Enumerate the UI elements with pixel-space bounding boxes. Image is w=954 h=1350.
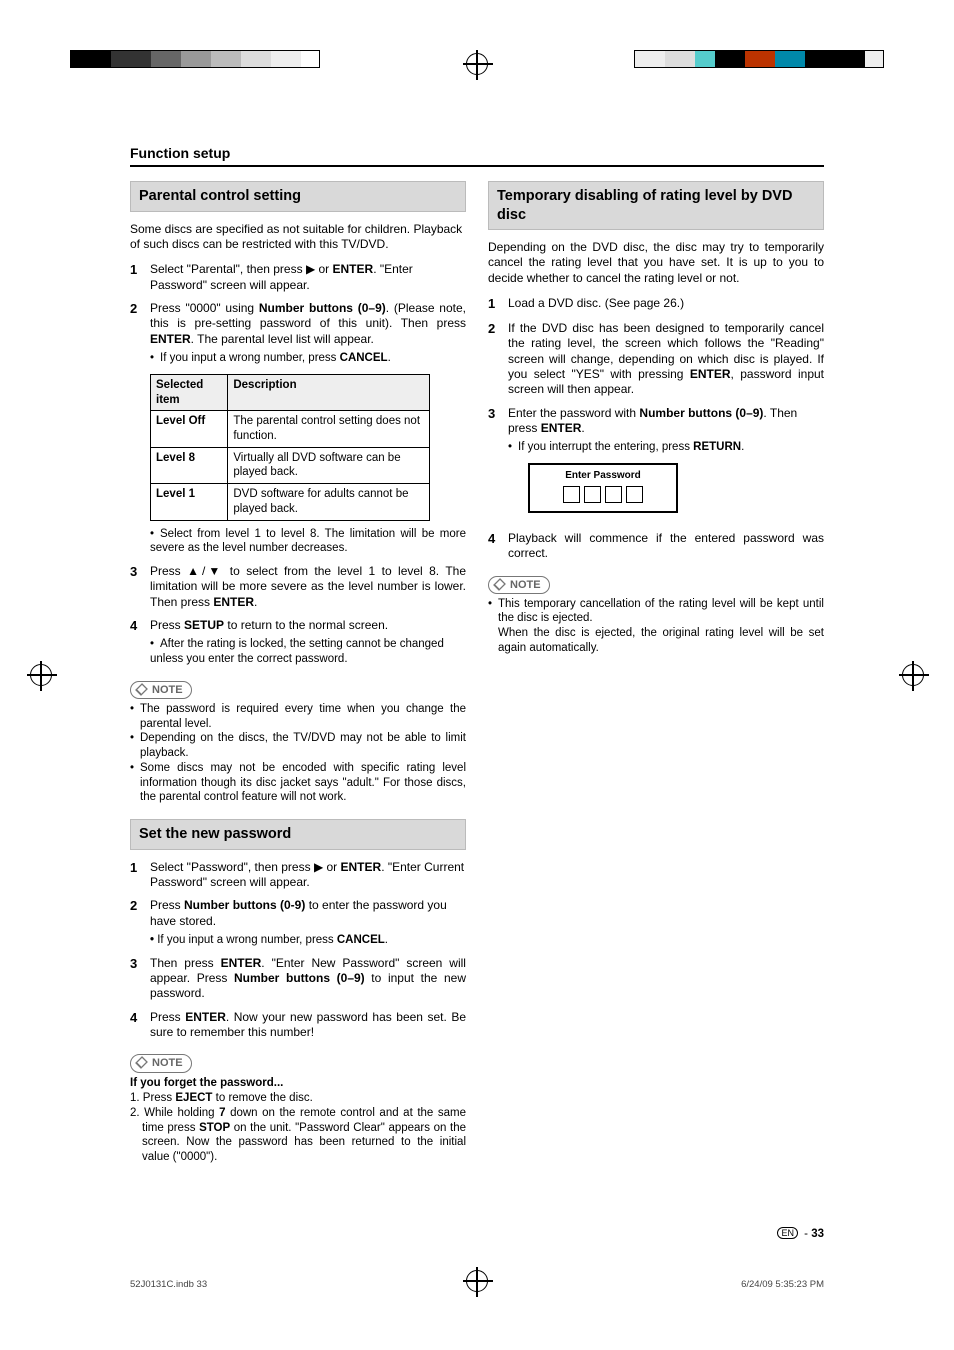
table-cell: Level 8 <box>151 447 228 483</box>
step-number: 3 <box>130 956 150 1002</box>
step-number: 4 <box>130 618 150 667</box>
step-body: Load a DVD disc. (See page 26.) <box>508 296 824 313</box>
password-entry-box: Enter Password <box>528 463 678 513</box>
password-box-title: Enter Password <box>530 465 676 486</box>
step-body: Then press ENTER. "Enter New Password" s… <box>150 956 466 1002</box>
table-header: Description <box>228 374 430 410</box>
sub-bullet: •If you interrupt the entering, press RE… <box>508 440 824 455</box>
table-header: Selected item <box>151 374 228 410</box>
step-body: If the DVD disc has been designed to tem… <box>508 321 824 398</box>
forget-step: 1. Press EJECT to remove the disc. <box>130 1091 466 1106</box>
forget-heading: If you forget the password... <box>130 1076 466 1091</box>
note-badge: NOTE <box>488 576 550 594</box>
digit-box <box>563 486 580 503</box>
note-icon <box>135 683 149 697</box>
digit-box <box>626 486 643 503</box>
intro-text: Some discs are specified as not suitable… <box>130 222 466 253</box>
step-number: 4 <box>488 531 508 562</box>
sub-bullet: •After the rating is locked, the setting… <box>150 637 466 666</box>
step-number: 4 <box>130 1010 150 1041</box>
subsection-title: Set the new password <box>130 819 466 850</box>
right-column: Temporary disabling of rating level by D… <box>488 181 824 1165</box>
step-number: 2 <box>130 301 150 366</box>
step-body: Press ▲/▼ to select from the level 1 to … <box>150 564 466 610</box>
subsection-title: Parental control setting <box>130 181 466 212</box>
step-number: 2 <box>130 898 150 947</box>
digit-box <box>584 486 601 503</box>
registration-cross-right <box>902 664 924 686</box>
step-body: Press "0000" using Number buttons (0–9).… <box>150 301 466 366</box>
step-body: Playback will commence if the entered pa… <box>508 531 824 562</box>
print-timestamp: 6/24/09 5:35:23 PM <box>741 1279 824 1290</box>
intro-text: Depending on the DVD disc, the disc may … <box>488 240 824 286</box>
note-item: This temporary cancellation of the ratin… <box>498 597 824 656</box>
left-column: Parental control setting Some discs are … <box>130 181 466 1165</box>
table-cell: Level Off <box>151 411 228 447</box>
color-bar-left <box>70 50 320 68</box>
step-number: 1 <box>130 860 150 891</box>
step-number: 2 <box>488 321 508 398</box>
password-digits <box>530 486 676 511</box>
step-number: 1 <box>488 296 508 313</box>
table-footnote: •Select from level 1 to level 8. The lim… <box>150 527 466 556</box>
table-cell: Level 1 <box>151 484 228 520</box>
registration-cross-top <box>466 53 488 75</box>
registration-cross-left <box>30 664 52 686</box>
step-body: Press Number buttons (0-9) to enter the … <box>150 898 466 947</box>
sub-bullet: •If you input a wrong number, press CANC… <box>150 351 466 366</box>
notes-list: • This temporary cancellation of the rat… <box>488 597 824 656</box>
step-body: Press SETUP to return to the normal scre… <box>150 618 466 667</box>
page-footer: EN - 33 <box>777 1227 824 1240</box>
step-number: 3 <box>488 406 508 523</box>
step-number: 3 <box>130 564 150 610</box>
note-icon <box>135 1056 149 1070</box>
step-body: Select "Parental", then press ▶ or ENTER… <box>150 262 466 293</box>
step-body: Enter the password with Number buttons (… <box>508 406 824 523</box>
color-bar-right <box>634 50 884 68</box>
table-cell: DVD software for adults cannot be played… <box>228 484 430 520</box>
levels-table: Selected itemDescription Level OffThe pa… <box>150 374 430 521</box>
note-badge: NOTE <box>130 1054 192 1072</box>
note-item: The password is required every time when… <box>140 702 466 731</box>
table-cell: Virtually all DVD software can be played… <box>228 447 430 483</box>
note-badge: NOTE <box>130 681 192 699</box>
sub-bullet: • If you input a wrong number, press CAN… <box>150 933 466 948</box>
step-body: Press ENTER. Now your new password has b… <box>150 1010 466 1041</box>
step-body: Select "Password", then press ▶ or ENTER… <box>150 860 466 891</box>
print-footer: 52J0131C.indb 33 6/24/09 5:35:23 PM <box>130 1279 824 1290</box>
note-icon <box>493 578 507 592</box>
note-item: Depending on the discs, the TV/DVD may n… <box>140 731 466 760</box>
step-number: 1 <box>130 262 150 293</box>
table-cell: The parental control setting does not fu… <box>228 411 430 447</box>
lang-badge: EN <box>777 1227 798 1239</box>
digit-box <box>605 486 622 503</box>
print-file: 52J0131C.indb 33 <box>130 1279 207 1290</box>
section-heading: Function setup <box>130 145 824 167</box>
subsection-title: Temporary disabling of rating level by D… <box>488 181 824 230</box>
notes-list: •The password is required every time whe… <box>130 702 466 805</box>
forget-step: 2. While holding 7 down on the remote co… <box>130 1106 466 1165</box>
note-item: Some discs may not be encoded with speci… <box>140 761 466 805</box>
page-content: Function setup Parental control setting … <box>130 145 824 1165</box>
